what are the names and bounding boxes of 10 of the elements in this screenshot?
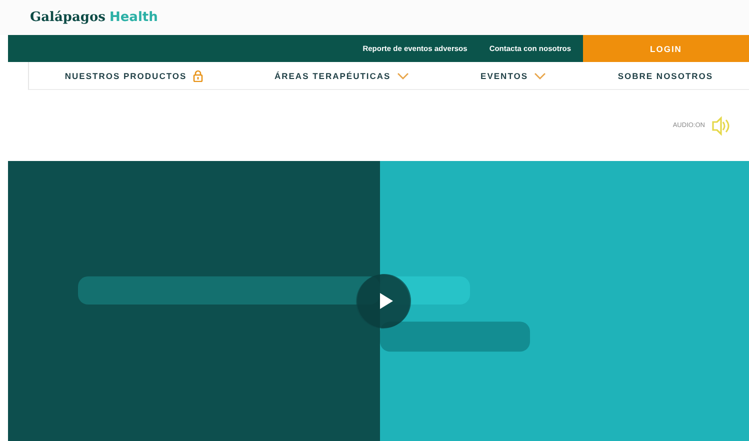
- chevron-down-icon[interactable]: [534, 72, 546, 80]
- play-icon: [378, 292, 394, 310]
- nav-link[interactable]: ÁREAS TERAPÉUTICAS: [274, 70, 391, 80]
- speaker-icon[interactable]: [711, 116, 731, 136]
- nav-link[interactable]: NUESTROS PRODUCTOS: [64, 70, 187, 80]
- nav-link[interactable]: EVENTOS: [480, 70, 528, 80]
- logo-brand[interactable]: Galápagos: [30, 10, 106, 25]
- chevron-down-icon[interactable]: [396, 72, 409, 80]
- nav-link[interactable]: SOBRE NOSOTROS: [618, 70, 714, 80]
- lock-icon: [192, 70, 203, 82]
